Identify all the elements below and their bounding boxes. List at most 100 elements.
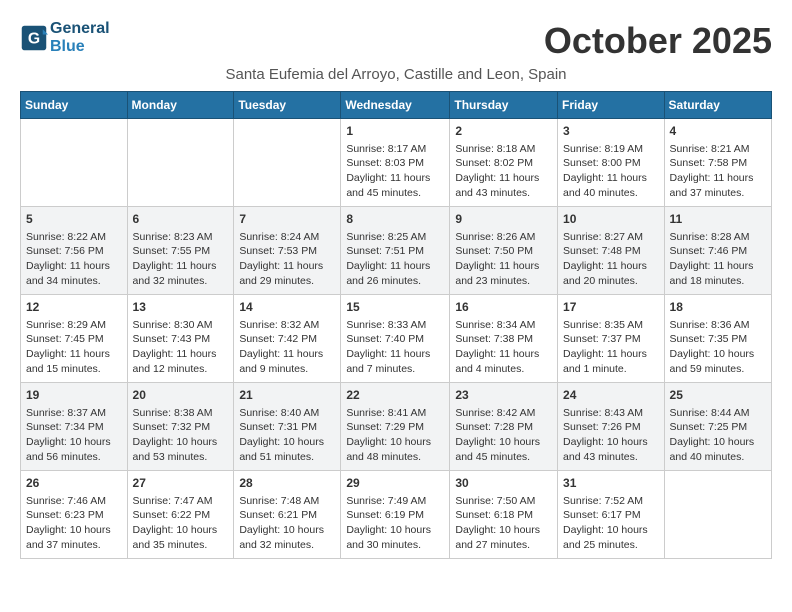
day-number: 22 bbox=[346, 387, 444, 404]
day-info: Sunset: 7:32 PM bbox=[133, 420, 229, 435]
day-info: Sunset: 8:03 PM bbox=[346, 156, 444, 171]
day-info: Sunset: 7:43 PM bbox=[133, 332, 229, 347]
day-info: Sunset: 7:46 PM bbox=[670, 244, 766, 259]
calendar-cell-31: 29Sunrise: 7:49 AMSunset: 6:19 PMDayligh… bbox=[341, 471, 450, 559]
day-info: Daylight: 10 hours and 37 minutes. bbox=[26, 523, 122, 552]
day-info: Sunrise: 8:44 AM bbox=[670, 406, 766, 421]
day-info: Sunrise: 8:17 AM bbox=[346, 142, 444, 157]
day-info: Daylight: 11 hours and 45 minutes. bbox=[346, 171, 444, 200]
day-number: 6 bbox=[133, 211, 229, 228]
day-number: 28 bbox=[239, 475, 335, 492]
day-info: Daylight: 11 hours and 37 minutes. bbox=[670, 171, 766, 200]
calendar-cell-12: 10Sunrise: 8:27 AMSunset: 7:48 PMDayligh… bbox=[558, 207, 665, 295]
day-info: Sunrise: 8:22 AM bbox=[26, 230, 122, 245]
day-number: 13 bbox=[133, 299, 229, 316]
day-info: Sunset: 7:26 PM bbox=[563, 420, 659, 435]
day-info: Sunrise: 8:41 AM bbox=[346, 406, 444, 421]
day-number: 11 bbox=[670, 211, 766, 228]
calendar-cell-7: 5Sunrise: 8:22 AMSunset: 7:56 PMDaylight… bbox=[21, 207, 128, 295]
week-row-4: 19Sunrise: 8:37 AMSunset: 7:34 PMDayligh… bbox=[21, 383, 772, 471]
day-info: Sunset: 7:45 PM bbox=[26, 332, 122, 347]
day-info: Sunset: 7:37 PM bbox=[563, 332, 659, 347]
col-friday: Friday bbox=[558, 92, 665, 119]
calendar-cell-5: 3Sunrise: 8:19 AMSunset: 8:00 PMDaylight… bbox=[558, 119, 665, 207]
day-info: Sunrise: 8:42 AM bbox=[455, 406, 552, 421]
day-info: Sunset: 7:50 PM bbox=[455, 244, 552, 259]
day-number: 2 bbox=[455, 123, 552, 140]
calendar-cell-27: 25Sunrise: 8:44 AMSunset: 7:25 PMDayligh… bbox=[664, 383, 771, 471]
calendar-cell-20: 18Sunrise: 8:36 AMSunset: 7:35 PMDayligh… bbox=[664, 295, 771, 383]
day-info: Sunset: 7:40 PM bbox=[346, 332, 444, 347]
day-number: 30 bbox=[455, 475, 552, 492]
day-info: Sunrise: 8:37 AM bbox=[26, 406, 122, 421]
day-number: 12 bbox=[26, 299, 122, 316]
day-info: Sunset: 8:00 PM bbox=[563, 156, 659, 171]
day-info: Sunset: 7:29 PM bbox=[346, 420, 444, 435]
day-info: Daylight: 10 hours and 27 minutes. bbox=[455, 523, 552, 552]
day-info: Daylight: 10 hours and 25 minutes. bbox=[563, 523, 659, 552]
day-info: Sunset: 7:28 PM bbox=[455, 420, 552, 435]
day-info: Sunset: 7:51 PM bbox=[346, 244, 444, 259]
day-info: Daylight: 10 hours and 30 minutes. bbox=[346, 523, 444, 552]
day-number: 31 bbox=[563, 475, 659, 492]
day-number: 9 bbox=[455, 211, 552, 228]
day-number: 16 bbox=[455, 299, 552, 316]
day-info: Sunrise: 8:32 AM bbox=[239, 318, 335, 333]
day-info: Sunrise: 8:25 AM bbox=[346, 230, 444, 245]
day-info: Sunrise: 7:49 AM bbox=[346, 494, 444, 509]
day-info: Sunrise: 8:26 AM bbox=[455, 230, 552, 245]
calendar-cell-22: 20Sunrise: 8:38 AMSunset: 7:32 PMDayligh… bbox=[127, 383, 234, 471]
day-info: Daylight: 11 hours and 20 minutes. bbox=[563, 259, 659, 288]
day-info: Daylight: 10 hours and 45 minutes. bbox=[455, 435, 552, 464]
day-number: 5 bbox=[26, 211, 122, 228]
day-info: Daylight: 10 hours and 59 minutes. bbox=[670, 347, 766, 376]
day-number: 26 bbox=[26, 475, 122, 492]
calendar-cell-21: 19Sunrise: 8:37 AMSunset: 7:34 PMDayligh… bbox=[21, 383, 128, 471]
calendar-cell-4: 2 Sunrise: 8:18 AMSunset: 8:02 PMDaylight… bbox=[450, 119, 558, 207]
day-info: Sunrise: 7:50 AM bbox=[455, 494, 552, 509]
calendar-cell-0 bbox=[21, 119, 128, 207]
day-info: Daylight: 11 hours and 1 minute. bbox=[563, 347, 659, 376]
calendar-cell-33: 31Sunrise: 7:52 AMSunset: 6:17 PMDayligh… bbox=[558, 471, 665, 559]
calendar-cell-34 bbox=[664, 471, 771, 559]
calendar-cell-26: 24Sunrise: 8:43 AMSunset: 7:26 PMDayligh… bbox=[558, 383, 665, 471]
day-info: Sunrise: 8:27 AM bbox=[563, 230, 659, 245]
day-info: Daylight: 11 hours and 15 minutes. bbox=[26, 347, 122, 376]
day-info: Sunrise: 8:18 AM bbox=[455, 142, 552, 157]
calendar-header-row: Sunday Monday Tuesday Wednesday Thursday… bbox=[21, 92, 772, 119]
day-info: Sunrise: 8:33 AM bbox=[346, 318, 444, 333]
logo-blue: Blue bbox=[50, 38, 110, 56]
day-info: Sunset: 8:02 PM bbox=[455, 156, 552, 171]
day-info: Daylight: 10 hours and 53 minutes. bbox=[133, 435, 229, 464]
day-info: Daylight: 10 hours and 40 minutes. bbox=[670, 435, 766, 464]
calendar-cell-11: 9Sunrise: 8:26 AMSunset: 7:50 PMDaylight… bbox=[450, 207, 558, 295]
day-info: Sunset: 6:22 PM bbox=[133, 508, 229, 523]
day-info: Sunset: 7:31 PM bbox=[239, 420, 335, 435]
day-info: Daylight: 11 hours and 7 minutes. bbox=[346, 347, 444, 376]
col-saturday: Saturday bbox=[664, 92, 771, 119]
day-info: Sunset: 7:42 PM bbox=[239, 332, 335, 347]
calendar-cell-13: 11Sunrise: 8:28 AMSunset: 7:46 PMDayligh… bbox=[664, 207, 771, 295]
day-info: Sunrise: 7:46 AM bbox=[26, 494, 122, 509]
day-number: 7 bbox=[239, 211, 335, 228]
calendar-cell-15: 13Sunrise: 8:30 AMSunset: 7:43 PMDayligh… bbox=[127, 295, 234, 383]
day-info: Sunset: 6:23 PM bbox=[26, 508, 122, 523]
day-number: 8 bbox=[346, 211, 444, 228]
day-info: Sunset: 6:19 PM bbox=[346, 508, 444, 523]
calendar-cell-10: 8Sunrise: 8:25 AMSunset: 7:51 PMDaylight… bbox=[341, 207, 450, 295]
day-number: 17 bbox=[563, 299, 659, 316]
calendar-cell-19: 17Sunrise: 8:35 AMSunset: 7:37 PMDayligh… bbox=[558, 295, 665, 383]
day-info: Sunset: 7:48 PM bbox=[563, 244, 659, 259]
week-row-2: 5Sunrise: 8:22 AMSunset: 7:56 PMDaylight… bbox=[21, 207, 772, 295]
day-number: 21 bbox=[239, 387, 335, 404]
day-info: Sunrise: 7:48 AM bbox=[239, 494, 335, 509]
day-info: Daylight: 11 hours and 9 minutes. bbox=[239, 347, 335, 376]
day-info: Sunrise: 8:30 AM bbox=[133, 318, 229, 333]
day-info: Daylight: 10 hours and 56 minutes. bbox=[26, 435, 122, 464]
day-info: Daylight: 10 hours and 43 minutes. bbox=[563, 435, 659, 464]
calendar-cell-32: 30Sunrise: 7:50 AMSunset: 6:18 PMDayligh… bbox=[450, 471, 558, 559]
day-info: Daylight: 11 hours and 43 minutes. bbox=[455, 171, 552, 200]
day-number: 25 bbox=[670, 387, 766, 404]
day-info: Daylight: 10 hours and 32 minutes. bbox=[239, 523, 335, 552]
day-number: 14 bbox=[239, 299, 335, 316]
